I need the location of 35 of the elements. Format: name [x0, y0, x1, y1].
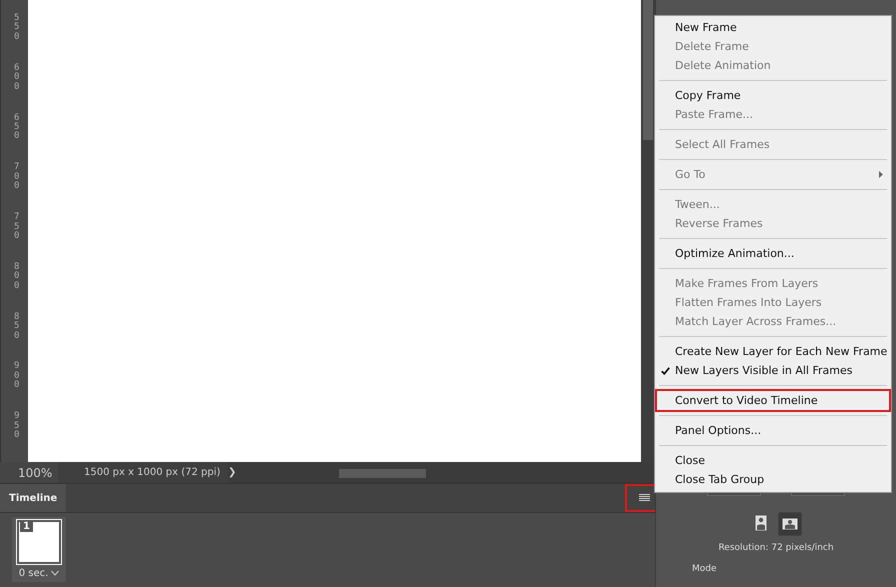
- ruler-label: 650: [14, 114, 20, 144]
- animation-frame[interactable]: 1 0 sec.: [12, 517, 66, 582]
- document-info: 1500 px x 1000 px (72 ppi): [58, 462, 228, 483]
- portrait-icon: [755, 515, 767, 531]
- menu-item[interactable]: Optimize Animation...: [657, 244, 889, 263]
- frame-delay[interactable]: 0 sec.: [18, 565, 60, 581]
- scrollbar-thumb[interactable]: [339, 468, 426, 478]
- orientation-button[interactable]: [778, 512, 802, 536]
- ruler-label: 900: [14, 362, 20, 392]
- menu-item[interactable]: New Layers Visible in All Frames: [657, 361, 889, 380]
- status-arrow[interactable]: ❯: [228, 467, 246, 478]
- menu-item[interactable]: Convert to Video Timeline: [657, 391, 889, 410]
- ruler-label: 950: [14, 412, 20, 442]
- menu-item[interactable]: Close Tab Group: [657, 470, 889, 489]
- ruler-label: 750: [14, 213, 20, 243]
- ruler-label: 800: [14, 262, 20, 293]
- ruler-label: 600: [14, 64, 20, 94]
- landscape-icon: [782, 518, 798, 530]
- timeline-tab[interactable]: Timeline: [0, 484, 66, 512]
- zoom-level[interactable]: 100%: [0, 462, 58, 483]
- menu-item[interactable]: Create New Layer for Each New Frame: [657, 342, 889, 361]
- ruler-label: 550: [14, 14, 20, 44]
- mode-label: Mode: [692, 564, 717, 574]
- menu-item[interactable]: New Frame: [657, 18, 889, 37]
- resolution-label: Resolution: 72 pixels/inch: [718, 543, 834, 553]
- menu-item[interactable]: Panel Options...: [657, 421, 889, 440]
- menu-item[interactable]: Close: [657, 451, 889, 470]
- caret-icon[interactable]: [51, 570, 60, 576]
- menu-item[interactable]: Copy Frame: [657, 86, 889, 105]
- ruler-label: 700: [14, 163, 20, 194]
- frame-number: 1: [20, 521, 33, 532]
- scrollbar-thumb[interactable]: [643, 0, 653, 140]
- menu-icon[interactable]: [638, 494, 650, 502]
- ruler-label: 850: [14, 312, 20, 343]
- vertical-scrollbar[interactable]: [641, 0, 655, 462]
